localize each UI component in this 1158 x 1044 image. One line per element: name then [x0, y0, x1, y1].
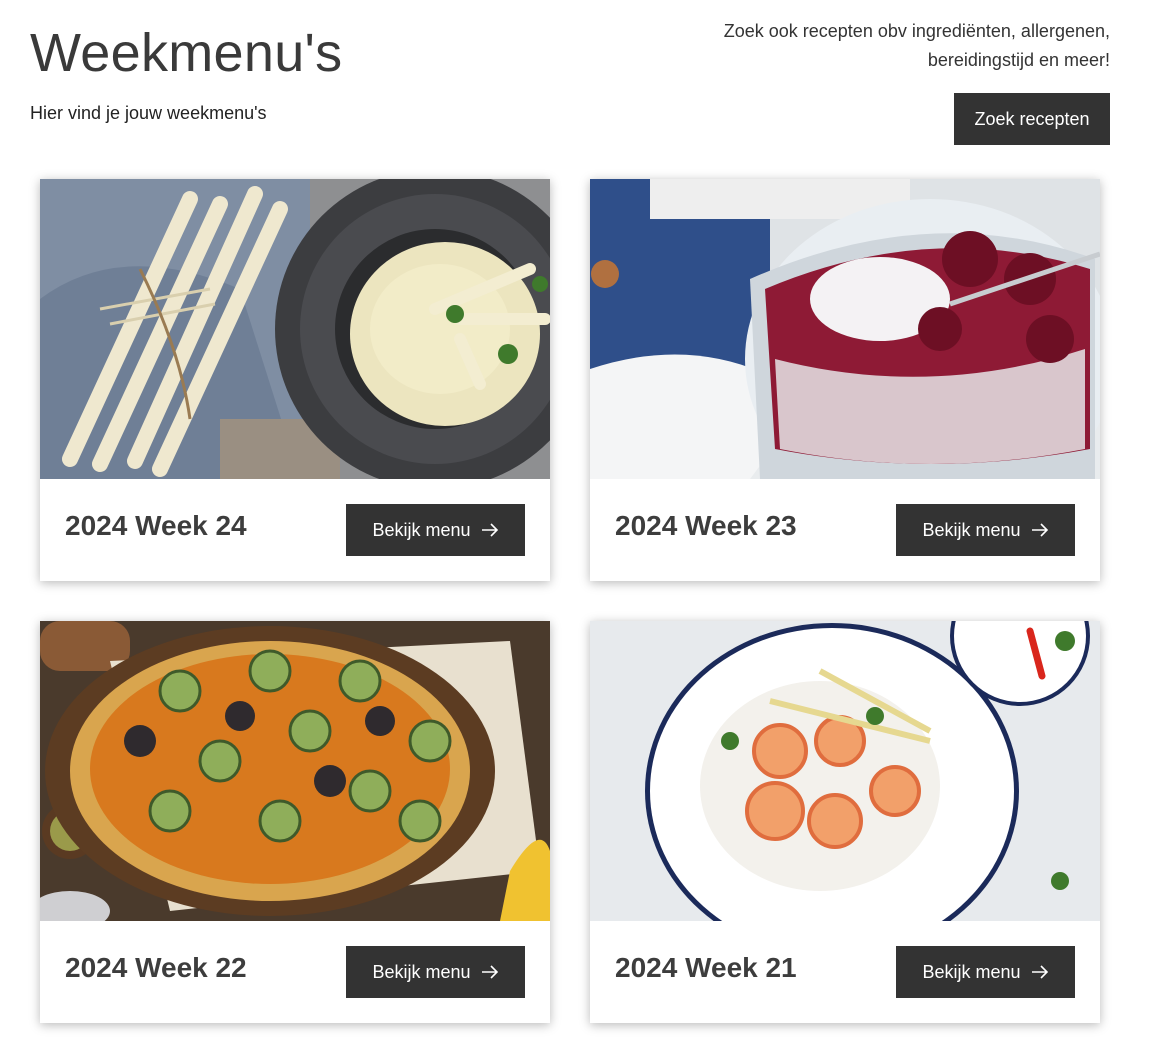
weekmenu-card[interactable]: 2024 Week 21 Bekijk menu: [590, 621, 1100, 1023]
arrow-right-icon: [1031, 965, 1048, 979]
weekmenu-card[interactable]: 2024 Week 22 Bekijk menu: [40, 621, 550, 1023]
page-header: Weekmenu's Hier vind je jouw weekmenu's …: [0, 0, 1158, 170]
card-footer: 2024 Week 23 Bekijk menu: [590, 479, 1100, 581]
search-hint: Zoek ook recepten obv ingrediënten, alle…: [723, 21, 1110, 70]
card-footer: 2024 Week 22 Bekijk menu: [40, 921, 550, 1023]
berry-chia-pudding-photo[interactable]: [590, 179, 1100, 479]
shrimp-rice-photo[interactable]: [590, 621, 1100, 921]
card-footer: 2024 Week 24 Bekijk menu: [40, 479, 550, 581]
weekmenu-card[interactable]: 2024 Week 24 Bekijk menu: [40, 179, 550, 581]
arrow-right-icon: [1031, 523, 1048, 537]
view-menu-button[interactable]: Bekijk menu: [896, 946, 1075, 998]
arrow-right-icon: [481, 523, 498, 537]
card-title: 2024 Week 23: [615, 510, 797, 541]
view-menu-label: Bekijk menu: [372, 519, 471, 540]
card-title: 2024 Week 24: [65, 510, 247, 541]
view-menu-label: Bekijk menu: [922, 519, 1021, 540]
card-title: 2024 Week 22: [65, 952, 247, 983]
arrow-right-icon: [481, 965, 498, 979]
view-menu-button[interactable]: Bekijk menu: [346, 504, 525, 556]
weekmenu-grid: 2024 Week 24 Bekijk menu 2024 Week 23 Be…: [40, 179, 1100, 1023]
weekmenu-card[interactable]: 2024 Week 23 Bekijk menu: [590, 179, 1100, 581]
search-recipes-button[interactable]: Zoek recepten: [954, 93, 1110, 145]
view-menu-button[interactable]: Bekijk menu: [346, 946, 525, 998]
view-menu-button[interactable]: Bekijk menu: [896, 504, 1075, 556]
card-title: 2024 Week 21: [615, 952, 797, 983]
page-subtitle: Hier vind je jouw weekmenu's: [30, 103, 267, 123]
view-menu-label: Bekijk menu: [922, 961, 1021, 982]
asparagus-soup-photo[interactable]: [40, 179, 550, 479]
card-footer: 2024 Week 21 Bekijk menu: [590, 921, 1100, 1023]
page-title: Weekmenu's: [30, 23, 343, 83]
view-menu-label: Bekijk menu: [372, 961, 471, 982]
vegetable-tart-photo[interactable]: [40, 621, 550, 921]
